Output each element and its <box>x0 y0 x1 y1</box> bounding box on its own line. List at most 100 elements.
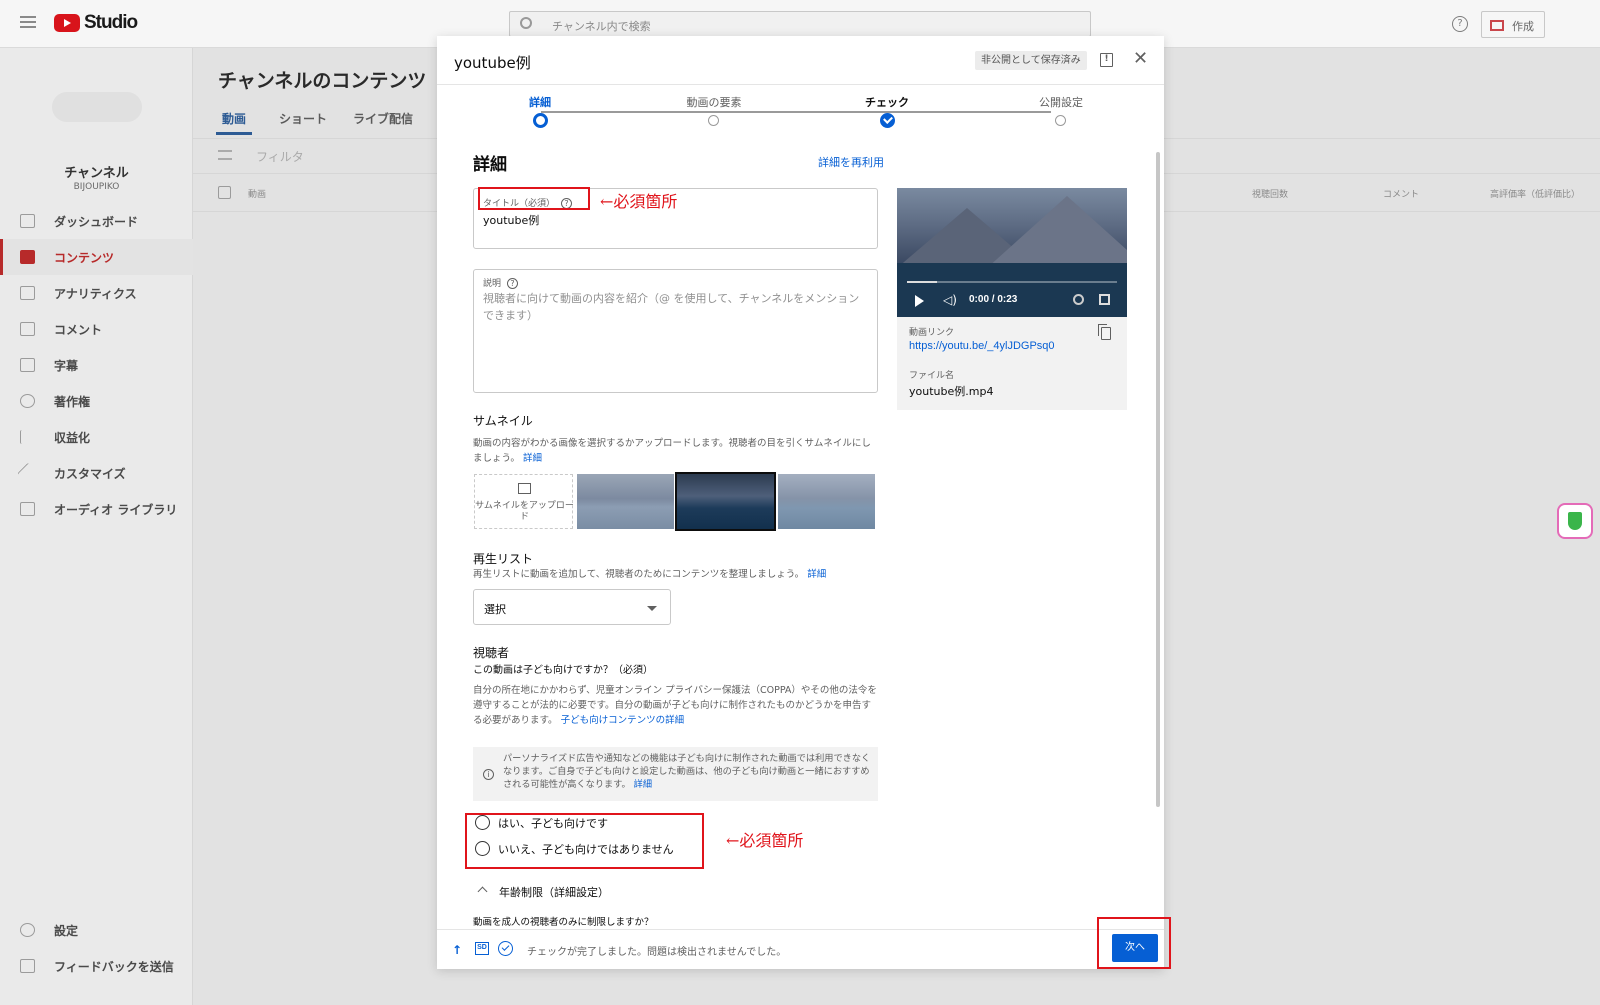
tab-shorts[interactable]: ショート <box>279 110 327 127</box>
help-icon[interactable]: ? <box>507 278 519 289</box>
tab-videos[interactable]: 動画 <box>215 110 253 135</box>
scrollbar[interactable] <box>1156 152 1160 807</box>
playlist-heading: 再生リスト <box>473 552 534 566</box>
sidebar-item-comments[interactable]: コメント <box>0 311 193 347</box>
sidebar-item-label: カスタマイズ <box>54 467 126 481</box>
monetization-icon <box>20 430 35 444</box>
copy-icon[interactable] <box>1098 324 1111 340</box>
playlist-description: 再生リストに動画を追加して、視聴者のためにコンテンツを整理しましょう。 詳細 <box>473 567 878 582</box>
notice-learn-more-link[interactable]: 詳細 <box>634 779 652 790</box>
audience-question: この動画は子ども向けですか？（必須） <box>473 665 653 676</box>
volume-icon[interactable]: ◁) <box>943 293 957 307</box>
reuse-details-link[interactable]: 詳細を再利用 <box>818 154 884 170</box>
sidebar-item-copyright[interactable]: 著作権 <box>0 383 193 419</box>
sidebar-item-subtitles[interactable]: 字幕 <box>0 347 193 383</box>
chevron-up-icon <box>477 886 488 897</box>
feedback-icon <box>20 959 35 973</box>
copyright-icon <box>20 394 35 408</box>
sidebar-item-audio-library[interactable]: オーディオ ライブラリ <box>0 491 193 527</box>
checks-status-text: チェックが完了しました。問題は検出されませんでした。 <box>527 947 787 958</box>
settings-icon <box>20 923 35 937</box>
audience-description: 自分の所在地にかかわらず、児童オンライン プライバシー保護法（COPPA）やその… <box>473 683 878 728</box>
column-header-comments[interactable]: コメント <box>1383 187 1419 200</box>
sidebar-item-label: 設定 <box>54 924 79 938</box>
studio-logo-text: Studio <box>84 12 138 33</box>
thumbnail-option-3[interactable] <box>778 474 875 529</box>
step-details-dot[interactable] <box>533 113 548 128</box>
audio-library-icon <box>20 502 35 516</box>
menu-icon[interactable] <box>20 16 36 28</box>
column-header-video[interactable]: 動画 <box>248 187 266 200</box>
video-preview[interactable]: ◁) 0:00 / 0:23 <box>897 188 1127 317</box>
audience-notice: i パーソナライズド広告や通知などの機能は子ども向けに制作された動画では利用でき… <box>473 747 878 801</box>
sidebar-item-monetization[interactable]: 収益化 <box>0 419 193 455</box>
add-image-icon <box>518 483 531 494</box>
playlist-learn-more-link[interactable]: 詳細 <box>807 569 826 580</box>
column-header-views[interactable]: 視聴回数 <box>1252 187 1288 200</box>
sidebar-item-dashboard[interactable]: ダッシュボード <box>0 203 193 239</box>
step-elements-dot[interactable] <box>708 115 719 126</box>
step-checks-dot[interactable] <box>880 113 895 128</box>
thumbnail-option-2[interactable] <box>675 472 776 531</box>
gear-icon[interactable] <box>1073 294 1084 305</box>
column-header-likes[interactable]: 高評価率（低評価比） <box>1490 187 1580 200</box>
step-visibility-label[interactable]: 公開設定 <box>1011 94 1111 110</box>
upload-icon: ↑ <box>452 943 463 957</box>
caret-down-icon <box>647 606 657 611</box>
header-divider <box>437 84 1164 85</box>
video-time: 0:00 / 0:23 <box>969 294 1018 305</box>
thumbnail-option-1[interactable] <box>577 474 674 529</box>
help-icon[interactable]: ? <box>1452 16 1468 32</box>
fullscreen-icon[interactable] <box>1099 294 1110 305</box>
play-icon[interactable] <box>915 295 924 307</box>
avatar[interactable] <box>52 92 142 122</box>
page-title: チャンネルのコンテンツ <box>218 70 427 92</box>
step-elements-label[interactable]: 動画の要素 <box>664 94 764 110</box>
age-restriction-question: 動画を成人の視聴者のみに制限しますか？ <box>473 917 654 928</box>
upload-thumbnail-button[interactable]: サムネイルをアップロード <box>474 474 574 529</box>
sidebar-item-settings[interactable]: 設定 <box>0 912 193 948</box>
browser-extension-icon[interactable] <box>1557 503 1593 539</box>
description-field-label: 説明? <box>483 276 519 289</box>
thumbnail-description: 動画の内容がわかる画像を選択するかアップロードします。視聴者の目を引くサムネイル… <box>473 436 878 466</box>
report-feedback-icon[interactable]: ! <box>1100 53 1113 67</box>
sidebar-item-analytics[interactable]: アナリティクス <box>0 275 193 311</box>
step-checks-label[interactable]: チェック <box>837 94 937 110</box>
notice-body: パーソナライズド広告や通知などの機能は子ども向けに制作された動画では利用できなく… <box>503 753 871 790</box>
audience-highlight-box <box>465 813 704 869</box>
step-details-label[interactable]: 詳細 <box>490 94 590 110</box>
required-annotation: ←必須箇所 <box>726 831 804 850</box>
sidebar-item-label: コメント <box>54 323 103 337</box>
tab-live[interactable]: ライブ配信 <box>353 110 413 127</box>
next-button[interactable]: 次へ <box>1112 934 1158 962</box>
channel-search-input[interactable]: チャンネル内で検索 <box>509 11 1091 37</box>
title-field-value[interactable]: youtube例 <box>483 212 539 228</box>
required-annotation: ←必須箇所 <box>600 192 678 211</box>
filter-placeholder: フィルタ <box>256 150 304 164</box>
audience-heading: 視聴者 <box>473 646 510 660</box>
kids-content-link[interactable]: 子ども向けコンテンツの詳細 <box>561 715 685 726</box>
sidebar-item-customize[interactable]: カスタマイズ <box>0 455 193 491</box>
sidebar-item-label: フィードバックを送信 <box>54 960 174 974</box>
description-field[interactable]: 説明? 視聴者に向けて動画の内容を紹介（@ を使用して、チャンネルをメンションで… <box>473 269 878 393</box>
sidebar-item-feedback[interactable]: フィードバックを送信 <box>0 948 193 984</box>
description-placeholder: 視聴者に向けて動画の内容を紹介（@ を使用して、チャンネルをメンションできます） <box>483 292 860 322</box>
details-heading: 詳細 <box>473 155 507 175</box>
filter-icon <box>218 150 232 160</box>
sidebar-item-content[interactable]: コンテンツ <box>0 239 193 275</box>
dialog-footer: ↑ SD チェックが完了しました。問題は検出されませんでした。 <box>437 929 1164 969</box>
video-link[interactable]: https://youtu.be/_4ylJDGPsq0 <box>909 340 1055 352</box>
filename-value: youtube例.mp4 <box>909 385 994 398</box>
select-all-checkbox[interactable] <box>218 186 231 199</box>
playlist-desc-text: 再生リストに動画を追加して、視聴者のためにコンテンツを整理しましょう。 <box>473 569 805 580</box>
sidebar-item-label: オーディオ ライブラリ <box>54 503 178 517</box>
dialog-title: youtube例 <box>454 54 531 72</box>
age-restriction-label: 年齢制限（詳細設定） <box>499 886 609 899</box>
playlist-select[interactable]: 選択 <box>473 589 671 625</box>
step-visibility-dot[interactable] <box>1055 115 1066 126</box>
thumbnail-learn-more-link[interactable]: 詳細 <box>523 453 542 464</box>
close-icon[interactable]: ✕ <box>1133 50 1148 68</box>
video-progress-bar[interactable] <box>907 281 1117 283</box>
create-button[interactable]: 作成 <box>1481 11 1545 38</box>
sidebar-item-label: 字幕 <box>54 359 79 373</box>
